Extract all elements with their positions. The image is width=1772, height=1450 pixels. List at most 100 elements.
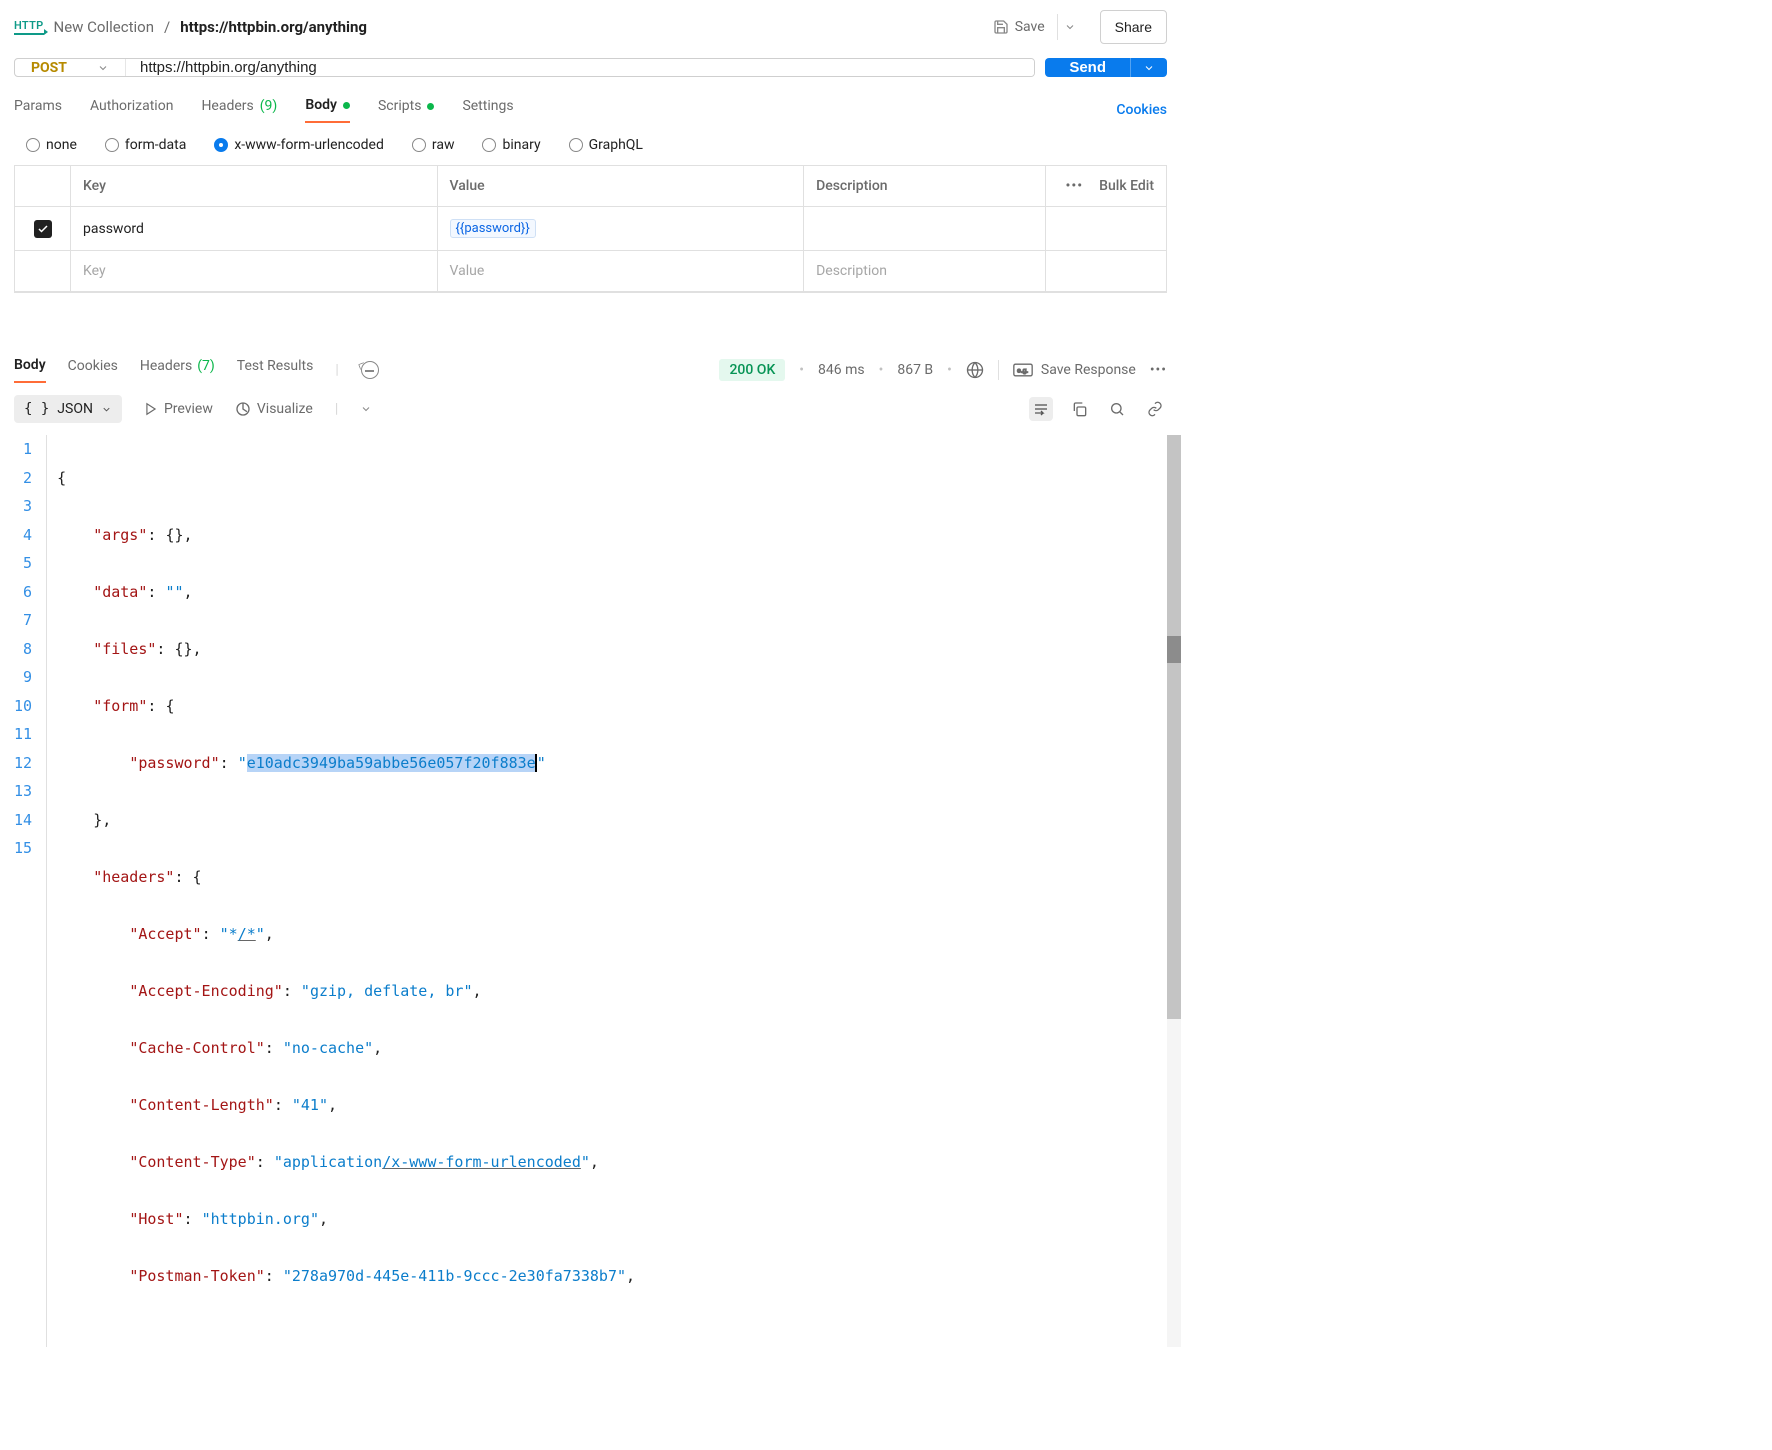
wrap-lines-icon[interactable] [1029, 397, 1053, 421]
copy-icon[interactable] [1067, 397, 1091, 421]
save-response-button[interactable]: e.g. Save Response [1013, 362, 1136, 378]
chevron-down-icon [1143, 62, 1155, 74]
radio-urlencoded[interactable]: x-www-form-urlencoded [214, 137, 384, 153]
resp-tab-body[interactable]: Body [14, 357, 46, 383]
kv-description-placeholder[interactable]: Description [804, 251, 1046, 292]
response-code[interactable]: { "args": {}, "data": "", "files": {}, "… [46, 435, 1181, 1347]
breadcrumb-collection[interactable]: New Collection [54, 18, 154, 36]
visualize-button[interactable]: Visualize [235, 401, 313, 417]
kv-actions-header: ••• Bulk Edit [1046, 166, 1166, 207]
response-bar: Body Cookies Headers(7) Test Results | 2… [0, 357, 1181, 383]
dot-indicator-icon [427, 103, 434, 110]
radio-graphql[interactable]: GraphQL [569, 137, 643, 153]
url-input[interactable] [126, 59, 1034, 76]
radio-icon [482, 138, 496, 152]
kv-row: password {{password}} [15, 207, 1166, 251]
visualize-icon [235, 401, 251, 417]
response-size: 867 B [897, 362, 933, 378]
tab-body[interactable]: Body [305, 97, 350, 123]
kv-key-header: Key [71, 166, 438, 207]
chevron-down-icon[interactable] [360, 403, 372, 415]
separator-dot: • [799, 362, 804, 378]
preview-button[interactable]: Preview [144, 401, 213, 417]
radio-icon [26, 138, 40, 152]
kv-key-cell[interactable]: password [71, 207, 438, 251]
headers-count: (9) [260, 98, 278, 114]
radio-binary[interactable]: binary [482, 137, 540, 153]
method-select[interactable]: POST [15, 59, 126, 76]
save-dropdown[interactable] [1057, 14, 1082, 40]
breadcrumb-separator: / [164, 18, 170, 36]
request-row: POST Send [0, 54, 1181, 83]
chevron-down-icon [1064, 21, 1076, 33]
radio-icon [214, 138, 228, 152]
radio-none[interactable]: none [26, 137, 77, 153]
globe-icon[interactable] [966, 361, 984, 379]
line-gutter: 123456789101112131415 [14, 435, 46, 1347]
kv-description-cell[interactable] [804, 207, 1046, 251]
radio-raw[interactable]: raw [412, 137, 455, 153]
tab-headers[interactable]: Headers(9) [201, 98, 277, 122]
method-url-group: POST [14, 58, 1035, 77]
response-toolbar: { } JSON Preview Visualize | [0, 383, 1181, 435]
divider [998, 360, 999, 380]
kv-row-new[interactable]: Key Value Description [15, 251, 1166, 292]
tab-authorization[interactable]: Authorization [90, 98, 173, 122]
body-kv-table: Key Value Description ••• Bulk Edit pass… [14, 165, 1167, 293]
resp-tab-test-results[interactable]: Test Results [237, 358, 314, 382]
svg-text:e.g.: e.g. [1017, 368, 1028, 375]
divider: | [335, 362, 338, 378]
response-body-viewer: 123456789101112131415 { "args": {}, "dat… [0, 435, 1181, 1347]
request-tabs: Params Authorization Headers(9) Body Scr… [0, 83, 1181, 123]
variable-chip: {{password}} [450, 219, 536, 238]
radio-form-data[interactable]: form-data [105, 137, 186, 153]
radio-icon [412, 138, 426, 152]
divider: | [335, 401, 338, 417]
selected-text: e10adc3949ba59abbe56e057f20f883e [247, 754, 536, 772]
kv-value-header: Value [438, 166, 805, 207]
play-icon [144, 402, 158, 416]
share-button[interactable]: Share [1100, 10, 1167, 44]
kv-header-row: Key Value Description ••• Bulk Edit [15, 166, 1166, 207]
send-button[interactable]: Send [1045, 58, 1130, 77]
example-icon: e.g. [1013, 363, 1033, 377]
history-icon[interactable] [361, 361, 379, 379]
row-checkbox[interactable] [34, 220, 52, 238]
status-badge: 200 OK [719, 359, 785, 381]
response-time: 846 ms [818, 362, 865, 378]
response-meta: 200 OK • 846 ms • 867 B • e.g. Save Resp… [719, 359, 1167, 381]
save-response-label: Save Response [1041, 362, 1136, 378]
tab-settings[interactable]: Settings [462, 98, 513, 122]
kv-value-cell[interactable]: {{password}} [438, 207, 805, 251]
radio-icon [569, 138, 583, 152]
send-group: Send [1045, 58, 1167, 77]
tab-params[interactable]: Params [14, 98, 62, 122]
link-icon[interactable] [1143, 397, 1167, 421]
bulk-edit-button[interactable]: Bulk Edit [1099, 178, 1154, 194]
more-icon[interactable]: ••• [1150, 362, 1167, 378]
resp-headers-count: (7) [197, 358, 215, 374]
kv-key-placeholder[interactable]: Key [71, 251, 438, 292]
search-icon[interactable] [1105, 397, 1129, 421]
send-dropdown[interactable] [1130, 58, 1167, 77]
more-icon[interactable]: ••• [1065, 178, 1083, 194]
cookies-link[interactable]: Cookies [1116, 102, 1167, 118]
resp-tab-cookies[interactable]: Cookies [68, 358, 118, 382]
format-select[interactable]: { } JSON [14, 395, 122, 423]
scrollbar[interactable] [1167, 435, 1181, 1347]
radio-icon [105, 138, 119, 152]
save-label: Save [1015, 19, 1045, 35]
separator-dot: • [947, 362, 952, 378]
kv-checkbox-header [15, 166, 71, 207]
tab-scripts[interactable]: Scripts [378, 98, 434, 122]
visualize-label: Visualize [257, 401, 313, 417]
chevron-down-icon [101, 404, 112, 415]
scroll-thumb[interactable] [1167, 435, 1181, 1019]
save-icon [993, 19, 1009, 35]
kv-value-placeholder[interactable]: Value [438, 251, 805, 292]
resp-tab-headers[interactable]: Headers(7) [140, 358, 215, 382]
save-button[interactable]: Save [993, 14, 1090, 40]
breadcrumb-current: https://httpbin.org/anything [180, 18, 367, 36]
header-bar: HTTP New Collection / https://httpbin.or… [0, 0, 1181, 54]
http-icon: HTTP [14, 19, 44, 35]
